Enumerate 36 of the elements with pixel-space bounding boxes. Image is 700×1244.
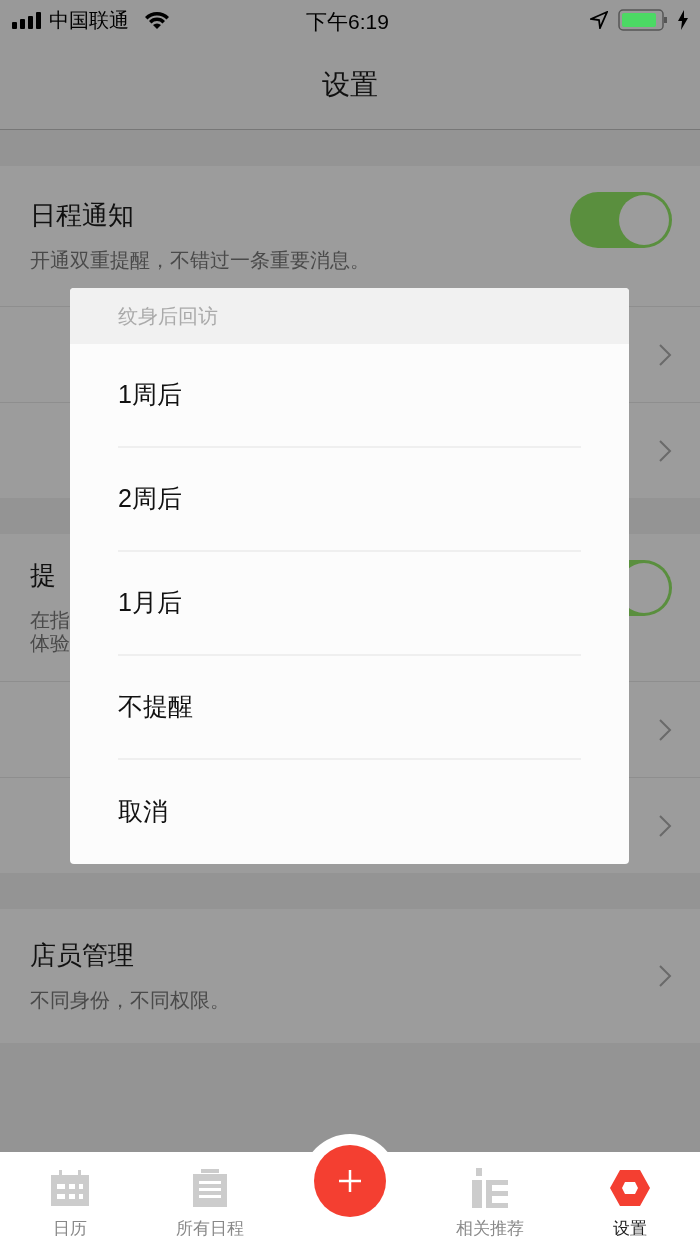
chevron-right-icon bbox=[658, 964, 672, 989]
chevron-right-icon bbox=[658, 717, 672, 742]
setting-description: 在指 bbox=[30, 609, 71, 633]
tab-item[interactable]: 所有日程 bbox=[140, 1152, 280, 1244]
setting-title: 日程通知 bbox=[30, 199, 135, 232]
tab-item[interactable]: 相关推荐 bbox=[420, 1152, 560, 1244]
calendar-icon bbox=[51, 1168, 89, 1208]
tab-item[interactable]: 设置 bbox=[560, 1152, 700, 1244]
setting-description: 体验 bbox=[30, 632, 71, 656]
location-icon bbox=[590, 11, 608, 29]
clock-time: 下午6:19 bbox=[306, 9, 389, 35]
signal-icon bbox=[12, 11, 41, 29]
charging-icon bbox=[678, 10, 688, 30]
setting-title: 店员管理 bbox=[30, 940, 135, 972]
setting-description: 开通双重提醒，不错过一条重要消息。 bbox=[30, 249, 371, 273]
wifi-icon bbox=[143, 10, 171, 30]
sheet-title: 纹身后回访 bbox=[118, 304, 218, 329]
hexagon-icon bbox=[610, 1168, 650, 1208]
chevron-right-icon bbox=[658, 813, 672, 838]
carrier-name: 中国联通 bbox=[49, 8, 129, 33]
bars-icon bbox=[472, 1168, 508, 1208]
page-title: 设置 bbox=[322, 67, 378, 102]
sheet-option[interactable]: 1周后 bbox=[118, 344, 581, 448]
battery-icon bbox=[618, 9, 668, 31]
plus-icon bbox=[339, 1170, 361, 1192]
setting-title: 提 bbox=[30, 560, 57, 592]
sheet-option[interactable]: 1月后 bbox=[118, 552, 581, 656]
sheet-option[interactable]: 2周后 bbox=[118, 448, 581, 552]
setting-description: 不同身份，不同权限。 bbox=[30, 989, 231, 1013]
chevron-right-icon bbox=[658, 438, 672, 463]
sheet-option[interactable]: 不提醒 bbox=[118, 656, 581, 760]
clipboard-icon bbox=[193, 1168, 227, 1208]
toggle-switch[interactable] bbox=[570, 192, 672, 248]
tab-item[interactable]: 日历 bbox=[0, 1152, 140, 1244]
chevron-right-icon bbox=[658, 342, 672, 367]
sheet-option[interactable]: 取消 bbox=[118, 760, 581, 864]
